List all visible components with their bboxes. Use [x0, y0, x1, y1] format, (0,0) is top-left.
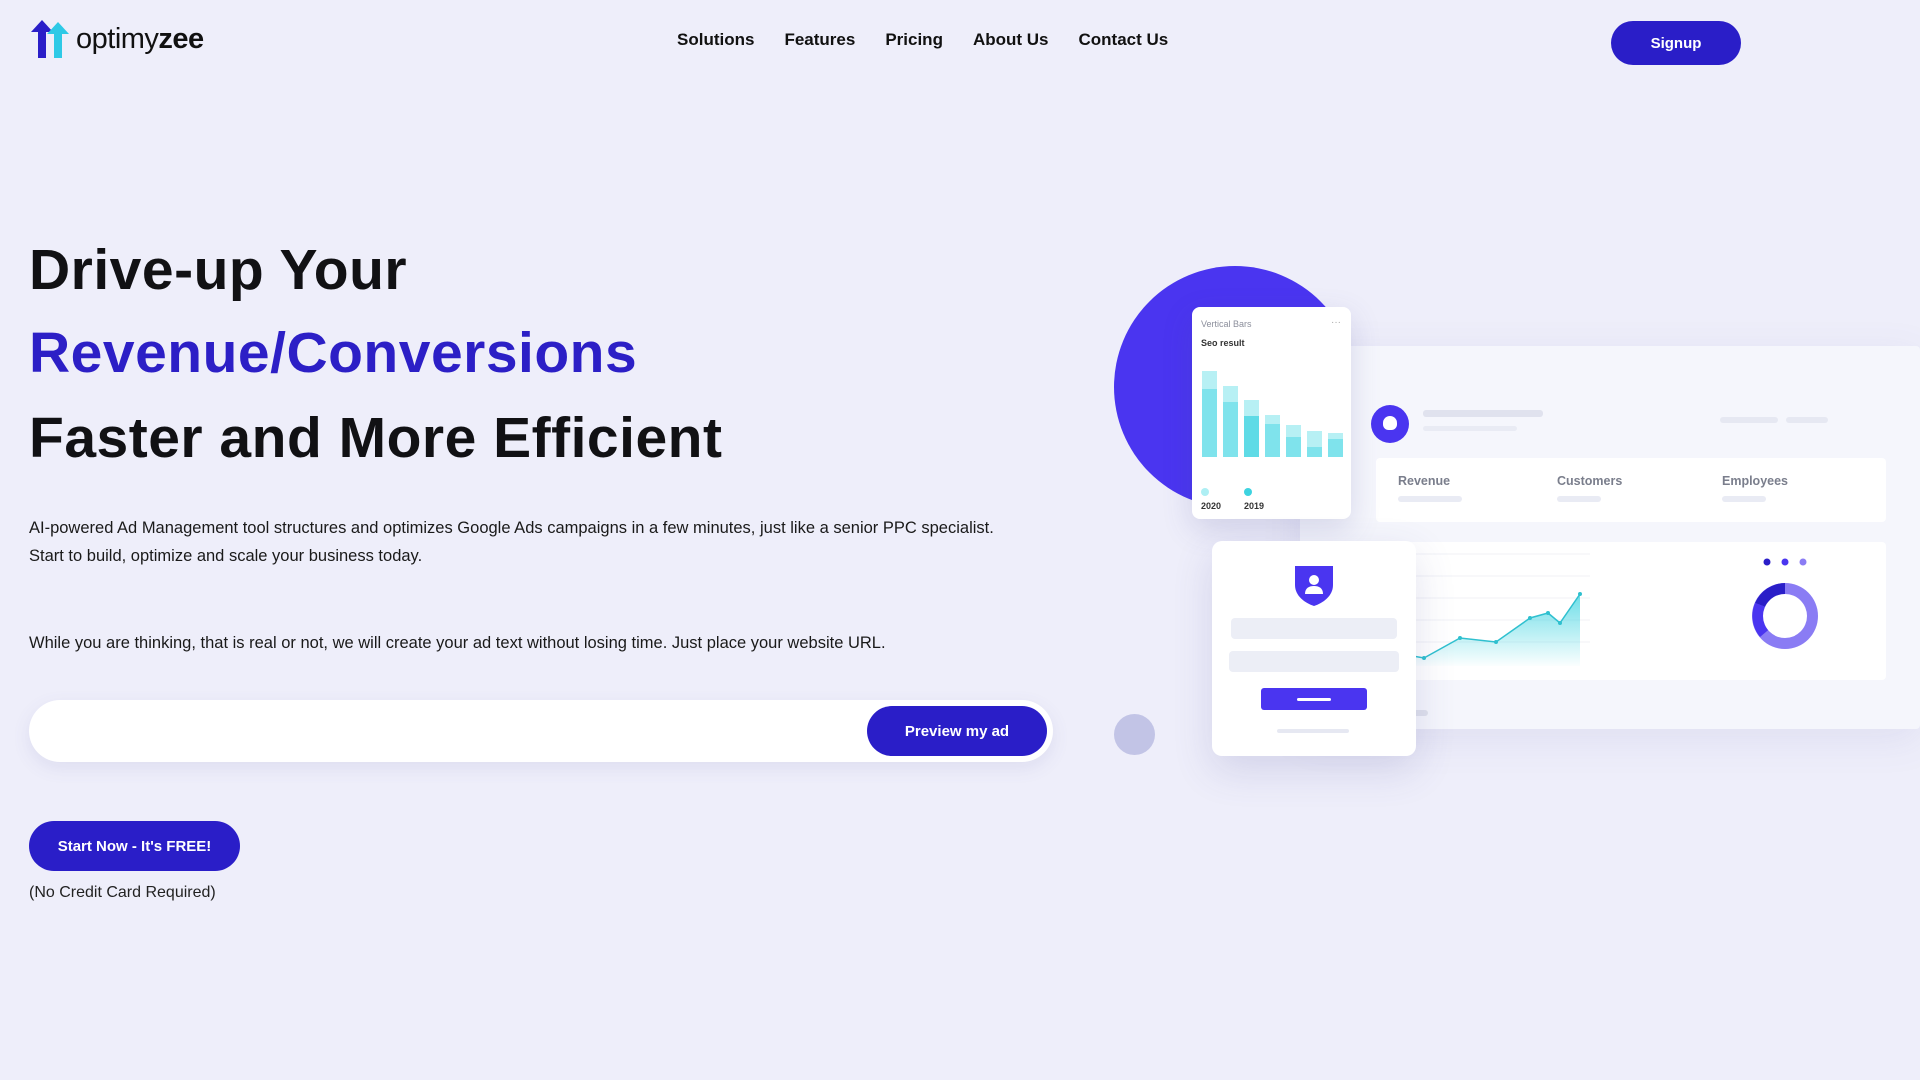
hero-description: AI-powered Ad Management tool structures…: [29, 514, 1049, 570]
preview-my-ad-button[interactable]: Preview my ad: [867, 706, 1047, 756]
nav-features[interactable]: Features: [784, 30, 855, 50]
area-line-chart: [1390, 553, 1590, 666]
stat-revenue-label: Revenue: [1398, 474, 1451, 488]
skeleton-line: [1720, 417, 1778, 423]
stat-employees-label: Employees: [1722, 474, 1789, 488]
bars-card-menu-icon: ···: [1331, 317, 1341, 328]
main-nav: Solutions Features Pricing About Us Cont…: [677, 30, 1198, 50]
website-url-input[interactable]: [55, 713, 875, 749]
stats-row: Revenue Customers Employees: [1376, 458, 1886, 522]
login-card-mockup: [1212, 541, 1416, 756]
skeleton-line: [1557, 496, 1601, 502]
bars-card-title: Vertical Bars: [1201, 319, 1252, 329]
shield-user-icon: [1295, 566, 1333, 606]
start-now-button[interactable]: Start Now - It's FREE!: [29, 821, 240, 871]
login-button-mockup: [1261, 688, 1367, 710]
skeleton-line: [1277, 729, 1349, 733]
brand-name: optimyzee: [76, 23, 204, 56]
legend-dot-2019: [1244, 488, 1252, 496]
hero-illustration: Revenue Customers Employees Vertical Bar…: [1100, 250, 1920, 790]
dashboard-avatar-icon: [1371, 405, 1409, 443]
skeleton-line: [1398, 496, 1462, 502]
nav-pricing[interactable]: Pricing: [885, 30, 943, 50]
donut-chart: [1752, 558, 1818, 649]
brand-logo[interactable]: optimyzee: [30, 20, 204, 58]
nav-contact-us[interactable]: Contact Us: [1079, 30, 1169, 50]
skeleton-line: [1423, 410, 1543, 417]
signup-button[interactable]: Signup: [1611, 21, 1741, 65]
hero-title-line-1: Drive-up Your: [29, 238, 408, 302]
stat-customers-label: Customers: [1557, 474, 1623, 488]
no-credit-card-note: (No Credit Card Required): [29, 884, 216, 901]
hero-title-line-2: Revenue/Conversions: [29, 321, 638, 385]
brand-name-bold: zee: [158, 22, 204, 55]
bars-card-subtitle: Seo result: [1201, 338, 1245, 348]
legend-label-2019: 2019: [1244, 501, 1265, 511]
login-field-mockup: [1229, 651, 1399, 672]
legend-label-2020: 2020: [1201, 501, 1222, 511]
nav-solutions[interactable]: Solutions: [677, 30, 754, 50]
skeleton-line: [1423, 426, 1517, 431]
hero-description-line-1: AI-powered Ad Management tool structures…: [29, 519, 994, 537]
url-form: Preview my ad: [29, 700, 1053, 762]
decorative-small-circle: [1114, 714, 1155, 755]
vertical-bars-chart: [1202, 371, 1343, 457]
site-header: optimyzee Solutions Features Pricing Abo…: [0, 0, 1920, 84]
vertical-bars-card: Vertical Bars ··· Seo result 2020 2019: [1192, 307, 1351, 519]
url-prompt-text: While you are thinking, that is real or …: [29, 634, 886, 652]
skeleton-line: [1786, 417, 1828, 423]
login-field-mockup: [1231, 618, 1397, 639]
hero-description-line-2: Start to build, optimize and scale your …: [29, 547, 423, 565]
chart-card: [1390, 542, 1886, 680]
brand-name-light: optimy: [76, 22, 159, 55]
legend-dot-2020: [1201, 488, 1209, 496]
skeleton-line: [1722, 496, 1766, 502]
logo-arrows-icon: [31, 20, 69, 58]
nav-about-us[interactable]: About Us: [973, 30, 1049, 50]
hero-title-line-3: Faster and More Efficient: [29, 406, 723, 470]
